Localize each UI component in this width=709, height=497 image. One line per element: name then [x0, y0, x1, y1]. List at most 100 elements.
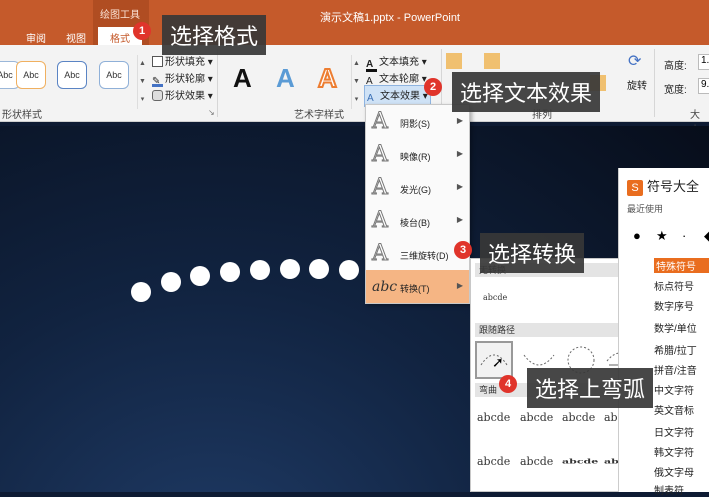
shape-effects-icon — [152, 90, 163, 101]
chevron-right-icon: ▶ — [456, 182, 463, 191]
shadow-icon: A — [372, 109, 389, 135]
gallery-option-warp[interactable]: abcde — [520, 455, 553, 468]
slide-dot[interactable] — [280, 259, 300, 279]
pen-icon: ✎ — [152, 76, 163, 87]
shape-outline-label: 形状轮廓 — [165, 74, 205, 85]
text-fill-label: 文本填充 — [379, 57, 419, 68]
slide-dot[interactable] — [250, 260, 270, 280]
wordart-style-blue[interactable]: A — [276, 63, 295, 94]
menu-item-label: 转换(T) — [400, 284, 430, 294]
symbol-category[interactable]: 俄文字母 — [654, 464, 694, 479]
shape-style-scroll[interactable]: ▲ ▼ ▾ — [137, 55, 147, 109]
chevron-right-icon: ▶ — [456, 116, 463, 125]
symbol-panel-title: S 符号大全 — [627, 176, 699, 196]
symbol-category[interactable]: 制表符 — [654, 482, 684, 497]
gallery-option-warp[interactable]: abcde — [562, 458, 598, 466]
symbol-category[interactable]: 希腊/拉丁 — [654, 342, 697, 357]
symbol-category[interactable]: 中文字符 — [654, 382, 694, 397]
slide-dot[interactable] — [339, 260, 359, 280]
slide-dot[interactable] — [190, 266, 210, 286]
shape-outline-button[interactable]: ✎ 形状轮廓 ▾ — [152, 70, 213, 87]
ribbon-separator — [217, 49, 218, 117]
text-effects-label: 文本效果 — [380, 91, 420, 102]
height-input[interactable]: 1. — [698, 54, 709, 70]
menu-item-bevel[interactable]: A 棱台(B) ▶ — [366, 204, 469, 237]
text-effects-menu: A 阴影(S) ▶ A 映像(R) ▶ A 发光(G) ▶ A 棱台(B) ▶ A 三维旋转(D)… — [365, 104, 470, 304]
rotate-icon[interactable]: ⟳ — [628, 51, 641, 71]
symbol-category[interactable]: 特殊符号 — [654, 258, 709, 273]
dialog-launcher-icon[interactable]: ↘ — [208, 108, 215, 117]
chevron-right-icon: ▶ — [456, 215, 463, 224]
text-outline-label: 文本轮廓 — [379, 74, 419, 85]
step-callout: 选择上弯弧 — [527, 368, 654, 408]
slide-dot[interactable] — [309, 259, 329, 279]
chevron-right-icon: ▶ — [456, 281, 463, 290]
step-callout: 选择转换 — [480, 233, 585, 273]
symbol-category[interactable]: 拼音/注音 — [654, 362, 697, 377]
slide-dot[interactable] — [220, 262, 240, 282]
recent-symbol[interactable]: ● — [633, 228, 641, 243]
ribbon-separator — [654, 49, 655, 117]
group-label-shape-styles: 形状样式 — [2, 110, 42, 121]
symbol-category[interactable]: 韩文字符 — [654, 444, 694, 459]
bevel-icon: A — [372, 208, 389, 234]
transform-icon: abc — [372, 279, 398, 295]
gallery-option-warp[interactable]: abcde — [477, 455, 510, 468]
shape-style-swatch[interactable]: Abc — [99, 61, 129, 89]
send-backward-icon[interactable] — [484, 53, 500, 69]
menu-item-transform[interactable]: abc 转换(T) ▶ — [366, 270, 469, 303]
gallery-option-warp[interactable]: abcde — [520, 411, 553, 424]
recent-symbol[interactable]: ★ — [656, 228, 668, 244]
symbol-category[interactable]: 英文音标 — [654, 402, 694, 417]
shape-style-swatch[interactable]: Abc — [57, 61, 87, 89]
menu-item-label: 阴影(S) — [400, 119, 430, 129]
gallery-option-warp[interactable]: abcde — [477, 411, 510, 424]
menu-item-label: 发光(G) — [400, 185, 431, 195]
rotate-label[interactable]: 旋转 — [627, 77, 647, 92]
wordart-style-black[interactable]: A — [233, 63, 252, 94]
shape-fill-label: 形状填充 — [165, 57, 205, 68]
symbol-category[interactable]: 标点符号 — [654, 278, 694, 293]
menu-item-label: 三维旋转(D) — [400, 251, 449, 261]
wordart-scroll[interactable]: ▲ ▼ ▾ — [351, 55, 361, 109]
symbol-category[interactable]: 数字序号 — [654, 298, 694, 313]
step-callout: 选择格式 — [162, 15, 267, 55]
slide-dot[interactable] — [131, 282, 151, 302]
gallery-option-no-transform[interactable]: abcde — [483, 293, 507, 302]
title-bar: 绘图工具 演示文稿1.pptx - PowerPoint 审阅 视图 格式 — [0, 0, 709, 49]
menu-item-3d-rotation[interactable]: A三维旋转(D)▶ — [366, 237, 469, 270]
shape-style-swatch[interactable]: Abc — [16, 61, 46, 89]
menu-item-label: 棱台(B) — [400, 218, 430, 228]
width-label: 宽度: — [664, 85, 687, 96]
width-input[interactable]: 9. — [698, 78, 709, 94]
document-title: 演示文稿1.pptx - PowerPoint — [320, 12, 460, 24]
gallery-option-warp[interactable]: abcde — [562, 411, 595, 424]
ribbon: Abc Abc Abc Abc ▲ ▼ ▾ 形状填充 ▾ ✎ 形状轮廓 ▾ 形状效果 … — [0, 45, 709, 136]
recent-symbol[interactable]: · — [682, 228, 686, 243]
shape-effects-button[interactable]: 形状效果 ▾ — [152, 87, 213, 102]
step-callout: 选择文本效果 — [452, 72, 601, 112]
bring-forward-icon[interactable] — [446, 53, 462, 69]
symbol-category[interactable]: 日文字符 — [654, 424, 694, 439]
symbol-panel: S符号大全 最近使用 ● ★ · ◆ 特殊符号 标点符号 数字序号 数学/单位 … — [618, 168, 709, 497]
symbol-category[interactable]: 数学/单位 — [654, 320, 697, 335]
3d-rotation-icon: A — [372, 241, 389, 267]
tab-review[interactable]: 审阅 — [26, 30, 46, 45]
paint-bucket-icon — [152, 56, 163, 67]
step-badge: 3 — [454, 241, 472, 259]
shape-fill-button[interactable]: 形状填充 ▾ — [152, 53, 213, 68]
step-badge: 1 — [133, 22, 151, 40]
menu-item-label: 映像(R) — [400, 152, 431, 162]
tab-view[interactable]: 视图 — [66, 30, 86, 45]
group-label-wordart-styles: 艺术字样式 — [294, 110, 344, 121]
menu-item-reflection[interactable]: A 映像(R) ▶ — [366, 138, 469, 171]
slide-dot[interactable] — [161, 272, 181, 292]
step-badge: 4 — [499, 375, 517, 393]
glow-icon: A — [372, 175, 389, 201]
sogou-logo-icon: S — [627, 180, 643, 196]
recent-symbol[interactable]: ◆ — [704, 228, 709, 244]
reflection-icon: A — [372, 142, 389, 168]
wordart-style-orange[interactable]: A — [317, 62, 338, 94]
menu-item-glow[interactable]: A 发光(G) ▶ — [366, 171, 469, 204]
symbol-panel-title-text: 符号大全 — [647, 179, 700, 194]
